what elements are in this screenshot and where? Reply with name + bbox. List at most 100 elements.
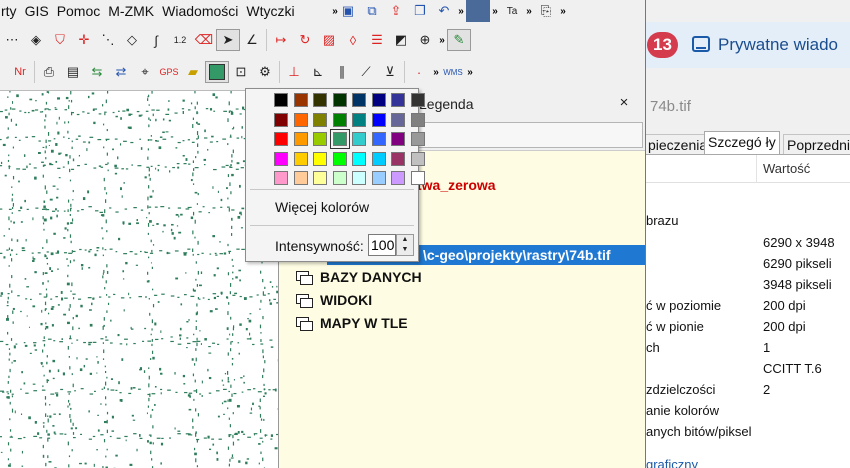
color-swatch[interactable] bbox=[332, 93, 347, 107]
line-style-icon[interactable]: ☰ bbox=[365, 29, 389, 51]
color-swatch[interactable] bbox=[371, 112, 386, 127]
menu-item-gis[interactable]: GIS bbox=[21, 3, 53, 19]
folder-icon[interactable]: ▰ bbox=[181, 61, 205, 83]
menu-item-help[interactable]: Pomoc bbox=[53, 3, 105, 19]
color-swatch[interactable] bbox=[332, 171, 347, 185]
color-swatch[interactable] bbox=[274, 171, 288, 185]
color-swatch[interactable] bbox=[352, 151, 366, 166]
color-swatch[interactable] bbox=[391, 151, 405, 166]
overflow-icon[interactable]: » bbox=[465, 61, 475, 83]
db-export-icon[interactable]: ⇆ bbox=[85, 61, 109, 83]
angle-line-icon[interactable]: ⊻ bbox=[378, 61, 402, 83]
color-swatch[interactable] bbox=[313, 93, 327, 107]
color-swatch[interactable] bbox=[293, 132, 308, 146]
color-swatch[interactable] bbox=[371, 151, 386, 166]
edit-shape-icon[interactable]: ◊ bbox=[341, 29, 365, 51]
line-tool-icon[interactable]: ⋱ bbox=[96, 29, 120, 51]
menu-item-plugins[interactable]: Wtyczki bbox=[242, 3, 298, 19]
color-swatch[interactable] bbox=[391, 93, 405, 107]
move-icon[interactable]: ↦ bbox=[269, 29, 293, 51]
rotate-icon[interactable]: ↻ bbox=[293, 29, 317, 51]
export-icon[interactable]: ⇪ bbox=[384, 0, 408, 22]
copy-icon[interactable]: ❐ bbox=[408, 0, 432, 22]
color-swatch[interactable] bbox=[391, 132, 405, 146]
filter-icon[interactable]: ⛉ bbox=[48, 29, 72, 51]
tree-item-views[interactable]: WIDOKI bbox=[295, 292, 372, 308]
color-swatch[interactable] bbox=[293, 93, 308, 107]
angle-icon[interactable]: ∠ bbox=[240, 29, 264, 51]
color-swatch[interactable] bbox=[371, 171, 386, 185]
spin-down-icon[interactable]: ▼ bbox=[397, 245, 413, 255]
color-swatch[interactable] bbox=[410, 132, 425, 146]
column-value-header[interactable]: Wartość bbox=[763, 161, 810, 176]
shield-icon[interactable]: ◈ bbox=[24, 29, 48, 51]
offset-icon[interactable]: ⊾ bbox=[306, 61, 330, 83]
color-swatch[interactable] bbox=[410, 112, 425, 127]
print-icon[interactable]: ⎙ bbox=[37, 61, 61, 83]
intensity-input[interactable] bbox=[368, 234, 396, 256]
curve-icon[interactable]: ∫ bbox=[144, 29, 168, 51]
folder-label[interactable]: Prywatne wiado bbox=[718, 35, 838, 55]
slope-icon[interactable]: ⟋ bbox=[354, 61, 378, 83]
color-swatch[interactable] bbox=[371, 132, 386, 146]
overflow-icon[interactable]: » bbox=[456, 0, 466, 22]
color-swatch[interactable] bbox=[410, 151, 425, 166]
crosshair-icon[interactable]: ✛ bbox=[72, 29, 96, 51]
diamond-icon[interactable]: ◇ bbox=[120, 29, 144, 51]
settings-map-icon[interactable]: ⚙ bbox=[253, 61, 277, 83]
color-swatch[interactable] bbox=[352, 132, 366, 146]
pencil-icon[interactable]: ✎ bbox=[447, 29, 471, 51]
color-swatch[interactable] bbox=[329, 129, 350, 149]
perpendicular-icon[interactable]: ⊥ bbox=[282, 61, 306, 83]
color-swatch[interactable] bbox=[410, 171, 425, 185]
color-picker-button[interactable] bbox=[205, 61, 229, 83]
text-tool-icon[interactable]: Ta bbox=[500, 0, 524, 22]
overflow-icon[interactable]: » bbox=[558, 0, 568, 22]
color-swatch[interactable] bbox=[391, 112, 405, 127]
color-swatch[interactable] bbox=[332, 112, 347, 127]
color-swatch[interactable] bbox=[274, 132, 288, 146]
color-swatch[interactable] bbox=[410, 93, 425, 107]
overflow-icon[interactable]: » bbox=[490, 0, 500, 22]
measure-icon[interactable]: 1.2 bbox=[168, 29, 192, 51]
menu-item-messages[interactable]: Wiadomości bbox=[158, 3, 242, 19]
color-swatch[interactable] bbox=[313, 151, 327, 166]
map-canvas[interactable] bbox=[0, 90, 278, 468]
gps-icon[interactable]: GPS bbox=[157, 61, 181, 83]
color-swatch[interactable] bbox=[371, 93, 386, 107]
color-swatch[interactable] bbox=[313, 132, 327, 146]
nr-icon[interactable]: Nr bbox=[8, 61, 32, 83]
menu-item-mzmk[interactable]: M-ZMK bbox=[104, 3, 158, 19]
color-swatch[interactable] bbox=[313, 171, 327, 185]
color-swatch[interactable] bbox=[293, 171, 308, 185]
color-swatch[interactable] bbox=[352, 171, 366, 185]
color-swatch[interactable] bbox=[391, 171, 405, 185]
color-swatch[interactable] bbox=[352, 112, 366, 127]
more-colors-button[interactable]: Więcej kolorów bbox=[275, 199, 369, 215]
color-swatch[interactable] bbox=[274, 93, 288, 107]
color-swatch[interactable] bbox=[332, 151, 347, 166]
spin-up-icon[interactable]: ▲ bbox=[397, 235, 413, 245]
frame-icon[interactable]: ⊡ bbox=[229, 61, 253, 83]
tab-details[interactable]: Szczegó ły bbox=[704, 131, 780, 156]
image-thumb-icon[interactable] bbox=[466, 0, 490, 22]
color-swatch[interactable] bbox=[274, 151, 288, 166]
color-swatch[interactable] bbox=[274, 112, 288, 127]
grid-icon[interactable]: ⋯ bbox=[0, 29, 24, 51]
save-edit-icon[interactable]: ⎘ bbox=[534, 0, 558, 22]
legend-close-icon[interactable]: × bbox=[615, 94, 633, 111]
tree-item-databases[interactable]: BAZY DANYCH bbox=[295, 269, 422, 285]
undo-icon[interactable]: ↶ bbox=[432, 0, 456, 22]
color-swatch[interactable] bbox=[293, 151, 308, 166]
db-import-icon[interactable]: ⇄ bbox=[109, 61, 133, 83]
table-icon[interactable]: ▤ bbox=[61, 61, 85, 83]
tab-previous[interactable]: Poprzedni bbox=[783, 134, 850, 155]
parallel-icon[interactable]: ∥ bbox=[330, 61, 354, 83]
zoom-in-icon[interactable]: ⊕ bbox=[413, 29, 437, 51]
overflow-icon[interactable]: » bbox=[437, 29, 447, 51]
layers-icon[interactable]: ▣ bbox=[336, 0, 360, 22]
overflow-icon[interactable]: » bbox=[431, 61, 441, 83]
layers-copy-icon[interactable]: ⧉ bbox=[360, 0, 384, 22]
fill-color-icon[interactable]: ◩ bbox=[389, 29, 413, 51]
color-swatch[interactable] bbox=[313, 112, 327, 127]
